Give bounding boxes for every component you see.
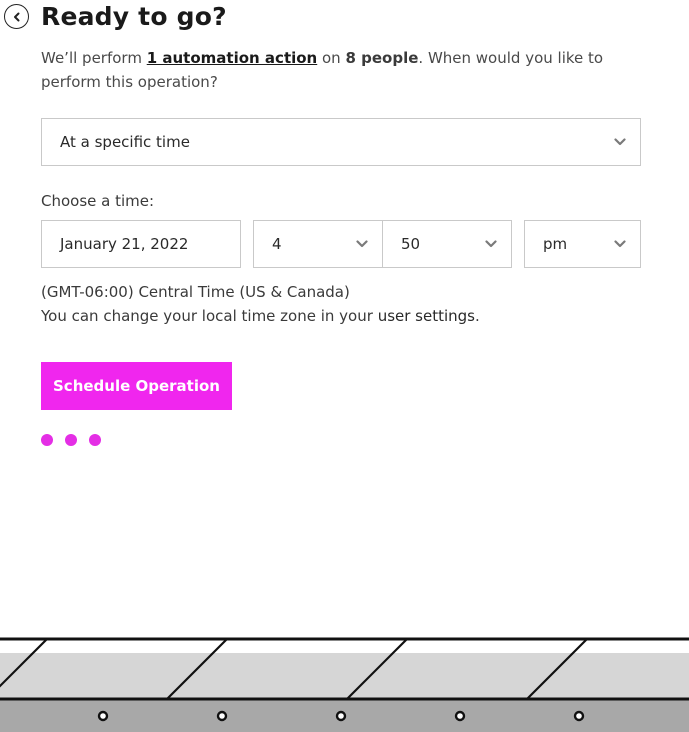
automation-action-link[interactable]: 1 automation action [147,49,318,67]
minute-value: 50 [401,235,421,253]
timezone-hint-suffix: . [475,307,480,325]
back-button[interactable] [4,4,29,29]
timezone-info: (GMT-06:00) Central Time (US & Canada) Y… [41,280,480,328]
choose-time-label: Choose a time: [41,192,155,210]
timezone-hint-prefix: You can change your local time zone in y… [41,307,378,325]
date-input[interactable]: January 21, 2022 [41,220,241,268]
loading-indicator [41,434,101,446]
chevron-down-icon [600,240,640,248]
ampm-value: pm [543,235,568,253]
loading-dot [89,434,101,446]
minute-select[interactable]: 50 [382,220,512,268]
chevron-down-icon [600,138,640,146]
page-title: Ready to go? [41,2,227,31]
hour-select[interactable]: 4 [253,220,383,268]
chevron-down-icon [342,240,382,248]
schedule-type-value: At a specific time [60,133,190,151]
hour-value: 4 [272,235,282,253]
loading-dot [41,434,53,446]
chevron-left-icon [13,12,19,21]
loading-dot [65,434,77,446]
chevron-down-icon [471,240,511,248]
schedule-operation-button[interactable]: Schedule Operation [41,362,232,410]
intro-text: We’ll perform 1 automation action on 8 p… [41,46,651,94]
timezone-hint: You can change your local time zone in y… [41,304,480,328]
schedule-type-select[interactable]: At a specific time [41,118,641,166]
header: Ready to go? [4,2,227,31]
ampm-select[interactable]: pm [524,220,641,268]
conveyor-illustration [0,637,689,732]
intro-prefix: We’ll perform [41,49,147,67]
intro-middle: on [317,49,346,67]
people-count: 8 people [345,49,419,67]
user-settings-link[interactable]: user settings [378,307,475,325]
timezone-label: (GMT-06:00) Central Time (US & Canada) [41,283,350,301]
